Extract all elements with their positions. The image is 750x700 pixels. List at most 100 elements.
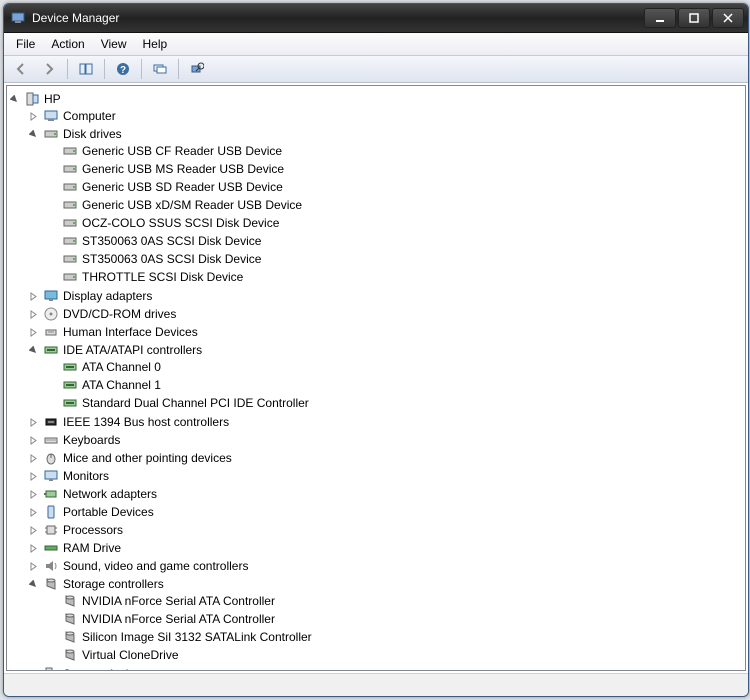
help-button[interactable]: ? <box>110 57 136 81</box>
tree-label: Network adapters <box>63 486 157 502</box>
sound-icon <box>43 558 59 574</box>
menu-view[interactable]: View <box>93 35 135 53</box>
tree-node-ide-1[interactable]: ATA Channel 1 <box>47 377 743 393</box>
expand-icon[interactable] <box>28 453 39 464</box>
tree-label: Sound, video and game controllers <box>63 558 248 574</box>
tree-node-storage-1[interactable]: NVIDIA nForce Serial ATA Controller <box>47 611 743 627</box>
menu-file[interactable]: File <box>8 35 43 53</box>
expand-icon[interactable] <box>28 561 39 572</box>
tree-node-ide[interactable]: IDE ATA/ATAPI controllers <box>28 342 743 358</box>
tree-node-portable[interactable]: Portable Devices <box>28 504 743 520</box>
app-icon <box>10 10 26 26</box>
close-button[interactable] <box>712 8 744 28</box>
tree-node-disk-6[interactable]: ST350063 0AS SCSI Disk Device <box>47 251 743 267</box>
dvd-icon <box>43 306 59 322</box>
tree-node-storage-3[interactable]: Virtual CloneDrive <box>47 647 743 663</box>
tree-node-storage-0[interactable]: NVIDIA nForce Serial ATA Controller <box>47 593 743 609</box>
expand-icon[interactable] <box>28 525 39 536</box>
mouse-icon <box>43 450 59 466</box>
disk-icon <box>62 269 78 285</box>
tree-label: NVIDIA nForce Serial ATA Controller <box>82 593 275 609</box>
tree-label: Mice and other pointing devices <box>63 450 232 466</box>
disk-icon <box>62 179 78 195</box>
tree-node-dvd[interactable]: DVD/CD-ROM drives <box>28 306 743 322</box>
tree-node-monitors[interactable]: Monitors <box>28 468 743 484</box>
minimize-button[interactable] <box>644 8 676 28</box>
tree-node-disk-4[interactable]: OCZ-COLO SSUS SCSI Disk Device <box>47 215 743 231</box>
tree-node-storage[interactable]: Storage controllers <box>28 576 743 592</box>
menu-action[interactable]: Action <box>43 35 92 53</box>
expand-icon[interactable] <box>28 111 39 122</box>
tree-node-root[interactable]: HP <box>9 91 743 107</box>
tree-label: Monitors <box>63 468 109 484</box>
maximize-button[interactable] <box>678 8 710 28</box>
tree-node-sound[interactable]: Sound, video and game controllers <box>28 558 743 574</box>
collapse-icon[interactable] <box>9 94 20 105</box>
tree-node-ide-0[interactable]: ATA Channel 0 <box>47 359 743 375</box>
tree-node-disk-7[interactable]: THROTTLE SCSI Disk Device <box>47 269 743 285</box>
expand-icon[interactable] <box>28 543 39 554</box>
menu-help[interactable]: Help <box>135 35 176 53</box>
expand-icon[interactable] <box>28 471 39 482</box>
tree-node-disk-1[interactable]: Generic USB MS Reader USB Device <box>47 161 743 177</box>
hid-icon <box>43 324 59 340</box>
tree-node-ieee1394[interactable]: IEEE 1394 Bus host controllers <box>28 414 743 430</box>
ram-icon <box>43 540 59 556</box>
tree-label: Virtual CloneDrive <box>82 647 179 663</box>
scan-hardware-button[interactable] <box>147 57 173 81</box>
tree-node-keyboards[interactable]: Keyboards <box>28 432 743 448</box>
device-tree-pane[interactable]: HPComputer Disk drivesGeneric USB CF Read… <box>6 85 746 671</box>
expand-icon[interactable] <box>28 417 39 428</box>
collapse-icon[interactable] <box>28 579 39 590</box>
tree-node-ram[interactable]: RAM Drive <box>28 540 743 556</box>
tree-node-processors[interactable]: Processors <box>28 522 743 538</box>
tree-label: Generic USB xD/SM Reader USB Device <box>82 197 302 213</box>
tree-label: Portable Devices <box>63 504 154 520</box>
tree-node-display[interactable]: Display adapters <box>28 288 743 304</box>
expand-icon[interactable] <box>28 489 39 500</box>
tree-label: Silicon Image SiI 3132 SATALink Controll… <box>82 629 312 645</box>
tree-label: OCZ-COLO SSUS SCSI Disk Device <box>82 215 279 231</box>
tree-label: IDE ATA/ATAPI controllers <box>63 342 202 358</box>
tree-label: Display adapters <box>63 288 152 304</box>
tree-node-computer[interactable]: Computer <box>28 108 743 124</box>
back-button[interactable] <box>8 57 34 81</box>
tree-node-disk-3[interactable]: Generic USB xD/SM Reader USB Device <box>47 197 743 213</box>
tree-node-system[interactable]: System devices <box>28 666 743 671</box>
monitor-icon <box>43 468 59 484</box>
tree-node-disk-0[interactable]: Generic USB CF Reader USB Device <box>47 143 743 159</box>
tree-node-disk-5[interactable]: ST350063 0AS SCSI Disk Device <box>47 233 743 249</box>
expand-icon[interactable] <box>28 309 39 320</box>
tree-node-network[interactable]: Network adapters <box>28 486 743 502</box>
show-hide-tree-button[interactable] <box>73 57 99 81</box>
tree-node-storage-2[interactable]: Silicon Image SiI 3132 SATALink Controll… <box>47 629 743 645</box>
device-manager-window: Device Manager File Action View Help ? H… <box>3 3 749 697</box>
window-title: Device Manager <box>32 11 119 25</box>
collapse-icon[interactable] <box>28 345 39 356</box>
ide-icon <box>43 342 59 358</box>
tree-node-hid[interactable]: Human Interface Devices <box>28 324 743 340</box>
expand-icon[interactable] <box>28 507 39 518</box>
statusbar <box>4 673 748 696</box>
tree-label: ST350063 0AS SCSI Disk Device <box>82 251 261 267</box>
expand-icon[interactable] <box>28 669 39 672</box>
display-icon <box>43 288 59 304</box>
tree-node-mice[interactable]: Mice and other pointing devices <box>28 450 743 466</box>
system-icon <box>43 666 59 671</box>
expand-icon[interactable] <box>28 435 39 446</box>
forward-button[interactable] <box>36 57 62 81</box>
tree-label: Human Interface Devices <box>63 324 198 340</box>
disk-icon <box>62 251 78 267</box>
disk-icon <box>62 215 78 231</box>
tree-node-disk-drives[interactable]: Disk drives <box>28 126 743 142</box>
expand-icon[interactable] <box>28 291 39 302</box>
titlebar[interactable]: Device Manager <box>4 4 748 33</box>
properties-button[interactable] <box>184 57 210 81</box>
tree-node-disk-2[interactable]: Generic USB SD Reader USB Device <box>47 179 743 195</box>
collapse-icon[interactable] <box>28 129 39 140</box>
expand-icon[interactable] <box>28 327 39 338</box>
tree-label: Disk drives <box>63 126 122 142</box>
menubar: File Action View Help <box>4 33 748 56</box>
disk-icon <box>62 233 78 249</box>
tree-node-ide-2[interactable]: Standard Dual Channel PCI IDE Controller <box>47 395 743 411</box>
